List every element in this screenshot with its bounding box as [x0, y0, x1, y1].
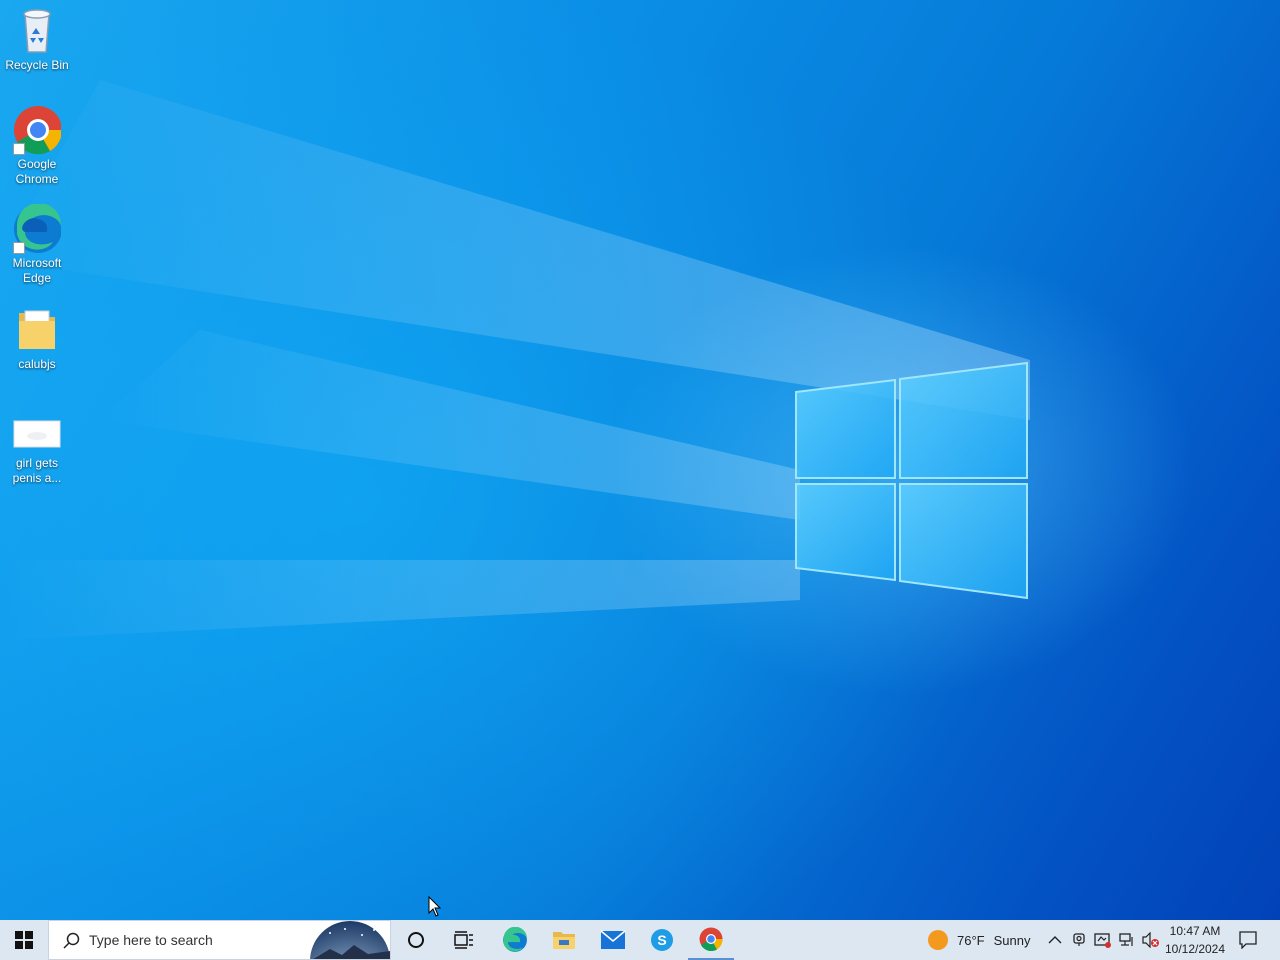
search-highlight-image	[310, 921, 390, 959]
start-button[interactable]	[0, 920, 48, 960]
skype-icon: S	[651, 929, 673, 951]
edge-icon	[13, 202, 62, 254]
taskbar-edge-button[interactable]	[492, 920, 538, 960]
tray-meet-now-button[interactable]	[1068, 920, 1090, 960]
taskbar-clock[interactable]: 10:47 AM 10/12/2024	[1162, 922, 1228, 958]
wallpaper-beams	[0, 80, 1030, 640]
show-hidden-icons-button[interactable]	[1044, 920, 1066, 960]
network-icon	[1119, 933, 1133, 946]
folder-icon	[553, 932, 575, 949]
shortcut-arrow-icon	[13, 242, 25, 254]
mail-icon	[600, 930, 626, 949]
taskbar-file-explorer-button[interactable]	[541, 920, 587, 960]
weather-widget[interactable]: 76°F Sunny	[922, 920, 1042, 960]
taskbar-mail-button[interactable]	[590, 920, 636, 960]
desktop-icon-label: Google Chrome	[15, 157, 59, 186]
desktop-icon-label: girl gets penis a...	[12, 456, 62, 485]
shortcut-arrow-icon	[13, 143, 25, 155]
desktop-icon-microsoft-edge[interactable]: Microsoft Edge	[2, 202, 72, 286]
tray-network-button[interactable]	[1116, 920, 1138, 960]
weather-condition: Sunny	[993, 932, 1031, 948]
search-placeholder: Type here to search	[89, 932, 213, 948]
webcam-icon	[1073, 933, 1085, 946]
search-icon	[63, 932, 80, 949]
cortana-circle-icon	[408, 932, 424, 948]
security-alert-icon	[1094, 933, 1111, 948]
taskbar-skype-button[interactable]: S	[639, 920, 685, 960]
desktop-icon-calubjs-folder[interactable]: calubjs	[2, 305, 72, 372]
tray-security-button[interactable]	[1091, 920, 1115, 960]
desktop-icon-label: Recycle Bin	[5, 58, 69, 72]
edge-icon	[503, 927, 527, 952]
svg-text:S: S	[657, 932, 666, 948]
task-view-icon	[454, 931, 473, 949]
recycle-bin-icon	[13, 6, 61, 56]
desktop[interactable]: Recycle Bin Google Chrome Microsoft Edge	[0, 0, 1280, 920]
desktop-icon-label: Microsoft Edge	[12, 256, 62, 285]
taskbar: Type here to search S 76°F Sunny 10:47 A…	[0, 920, 1280, 960]
desktop-icon-image-file[interactable]: girl gets penis a...	[2, 418, 72, 486]
folder-icon	[13, 305, 61, 355]
mouse-cursor-icon	[428, 896, 442, 917]
volume-muted-icon	[1142, 932, 1159, 948]
action-center-button[interactable]	[1232, 920, 1264, 960]
clock-time: 10:47 AM	[1169, 924, 1221, 938]
clock-date: 10/12/2024	[1164, 942, 1226, 956]
sun-weather-icon	[928, 930, 948, 950]
desktop-icon-recycle-bin[interactable]: Recycle Bin	[2, 6, 72, 73]
image-file-icon	[13, 418, 61, 454]
weather-temperature: 76°F	[957, 932, 985, 948]
windows-start-icon	[15, 931, 33, 949]
chevron-up-icon	[1048, 936, 1062, 944]
cortana-button[interactable]	[395, 920, 437, 960]
chrome-icon	[699, 927, 723, 951]
taskbar-chrome-button[interactable]	[688, 920, 734, 960]
taskbar-search-box[interactable]: Type here to search	[48, 920, 391, 960]
tray-volume-button[interactable]	[1140, 920, 1162, 960]
desktop-icon-google-chrome[interactable]: Google Chrome	[2, 105, 72, 187]
notification-icon	[1239, 931, 1257, 949]
task-view-button[interactable]	[443, 920, 485, 960]
chrome-icon	[13, 105, 63, 155]
windows-logo	[795, 361, 1028, 600]
desktop-icon-label: calubjs	[18, 357, 56, 371]
